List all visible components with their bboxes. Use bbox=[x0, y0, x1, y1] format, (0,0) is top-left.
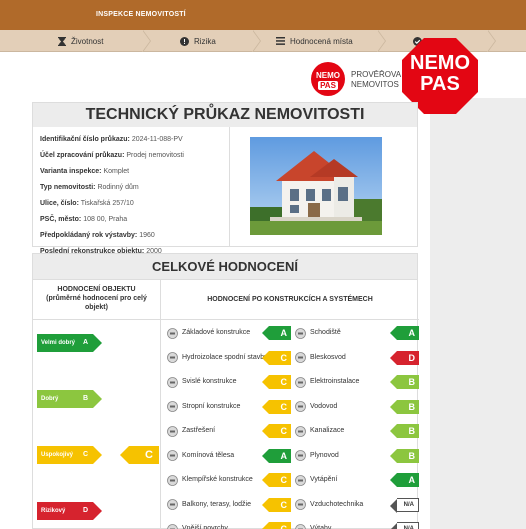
system-grade-badge: A bbox=[390, 326, 419, 340]
nav-separator bbox=[252, 30, 261, 52]
nemopas-logo-small: NEMO PAS bbox=[311, 62, 345, 96]
property-key: Typ nemovitosti: bbox=[40, 184, 96, 191]
lightning-icon bbox=[295, 352, 306, 363]
top-bar: INSPEKCE NEMOVITOSTÍ bbox=[0, 0, 526, 30]
page: INSPEKCE NEMOVITOSTÍ Životnost Rizika Ho… bbox=[0, 0, 526, 529]
property-list: Identifikační číslo průkazu: 2024-11-088… bbox=[40, 134, 184, 262]
property-key: Varianta inspekce: bbox=[40, 168, 102, 175]
gas-icon bbox=[295, 450, 306, 461]
system-grade-badge: C bbox=[262, 497, 291, 512]
property-value: 108 00, Praha bbox=[83, 216, 128, 223]
wall-icon bbox=[167, 376, 178, 388]
nav-label: Životnost bbox=[71, 36, 104, 46]
logo-text: PAS bbox=[318, 81, 338, 90]
property-key: Identifikační číslo průkazu: bbox=[40, 136, 130, 143]
property-row: Ulice, číslo: Tiskařská 257/10 bbox=[40, 198, 184, 214]
alert-icon bbox=[180, 36, 189, 46]
system-grade-badge: C bbox=[262, 375, 291, 389]
property-key: Účel zpracování průkazu: bbox=[40, 152, 125, 159]
gutter-icon bbox=[167, 474, 178, 486]
elevator-icon bbox=[295, 523, 306, 529]
nav-separator bbox=[487, 30, 496, 52]
system-grade-badge: C bbox=[262, 473, 291, 487]
nav-item-rizika[interactable]: Rizika bbox=[180, 30, 216, 52]
technical-card: TECHNICKÝ PRŮKAZ NEMOVITOSTI Identifikač… bbox=[32, 102, 419, 255]
nav-separator bbox=[142, 30, 151, 52]
system-grade-badge: B bbox=[390, 375, 419, 389]
system-grade-badge: D bbox=[390, 350, 419, 365]
water-icon bbox=[295, 401, 306, 412]
system-grade-badge: A bbox=[262, 326, 291, 340]
property-row: Identifikační číslo průkazu: 2024-11-088… bbox=[40, 134, 184, 150]
stairs-icon bbox=[295, 327, 306, 339]
property-row: Předpokládaný rok výstavby: 1960 bbox=[40, 230, 184, 246]
hourglass-icon bbox=[58, 36, 66, 46]
system-grade-badge: N/A bbox=[390, 497, 419, 513]
property-key: Předpokládaný rok výstavby: bbox=[40, 232, 138, 239]
nav-item-zivotnost[interactable]: Životnost bbox=[58, 30, 103, 52]
system-grade-badge: A bbox=[262, 448, 291, 463]
overall-rating: CELKOVÉ HODNOCENÍ HODNOCENÍ OBJEKTU (prů… bbox=[32, 253, 419, 529]
ventilation-icon bbox=[295, 499, 306, 510]
property-value: Rodinný dům bbox=[97, 184, 139, 191]
property-key: Ulice, číslo: bbox=[40, 200, 79, 207]
app-title: INSPEKCE NEMOVITOSTÍ bbox=[96, 11, 186, 18]
logo-text-line: PAS bbox=[420, 73, 460, 95]
photo-area bbox=[229, 127, 419, 247]
system-grade-badge: C bbox=[262, 424, 291, 438]
system-grade-badge: B bbox=[390, 399, 419, 414]
property-key: PSČ, město: bbox=[40, 216, 82, 223]
system-grade-badge: C bbox=[262, 350, 291, 365]
list-icon bbox=[276, 37, 285, 45]
chimney-icon bbox=[167, 450, 178, 461]
system-grade-badge: N/A bbox=[390, 522, 419, 529]
systems-grid: Základové konstrukce A Hydroizolace spodní… bbox=[33, 254, 419, 529]
system-grade-badge: A bbox=[390, 473, 419, 487]
right-side-panel bbox=[430, 98, 526, 529]
card-title: TECHNICKÝ PRŮKAZ NEMOVITOSTI bbox=[33, 103, 417, 127]
property-value: Tiskařská 257/10 bbox=[80, 200, 134, 207]
property-row: PSČ, město: 108 00, Praha bbox=[40, 214, 184, 230]
nav-separator bbox=[377, 30, 386, 52]
heating-icon bbox=[295, 474, 306, 486]
system-grade-badge: B bbox=[390, 448, 419, 463]
foundation-icon bbox=[167, 327, 178, 339]
nav-item-hodnocena-mista[interactable]: Hodnocená místa bbox=[276, 30, 353, 52]
property-row: Varianta inspekce: Komplet bbox=[40, 166, 184, 182]
electric-icon bbox=[295, 376, 306, 388]
house-photo bbox=[250, 137, 382, 235]
balcony-icon bbox=[167, 499, 178, 510]
property-value: Prodej nemovitosti bbox=[126, 152, 184, 159]
logo-text: NEMO bbox=[316, 71, 340, 80]
property-value: 2024-11-088-PV bbox=[131, 136, 183, 143]
property-row: Účel zpracování průkazu: Prodej nemovito… bbox=[40, 150, 184, 166]
nav-label: Hodnocená místa bbox=[290, 36, 353, 46]
system-grade-badge: C bbox=[262, 399, 291, 414]
property-row: Typ nemovitosti: Rodinný dům bbox=[40, 182, 184, 198]
property-value: Komplet bbox=[103, 168, 130, 175]
waterproof-icon bbox=[167, 352, 178, 363]
system-grade-badge: B bbox=[390, 424, 419, 438]
nav-label: Rizika bbox=[194, 36, 216, 46]
ceiling-icon bbox=[167, 401, 178, 412]
property-value: 1960 bbox=[139, 232, 155, 239]
system-grade-badge: C bbox=[262, 522, 291, 529]
sewer-icon bbox=[295, 425, 306, 437]
facade-icon bbox=[167, 523, 178, 529]
logo-text-line: NEMO bbox=[410, 52, 470, 74]
roof-icon bbox=[167, 425, 178, 437]
logo-text: NEMO PAS bbox=[402, 53, 478, 95]
